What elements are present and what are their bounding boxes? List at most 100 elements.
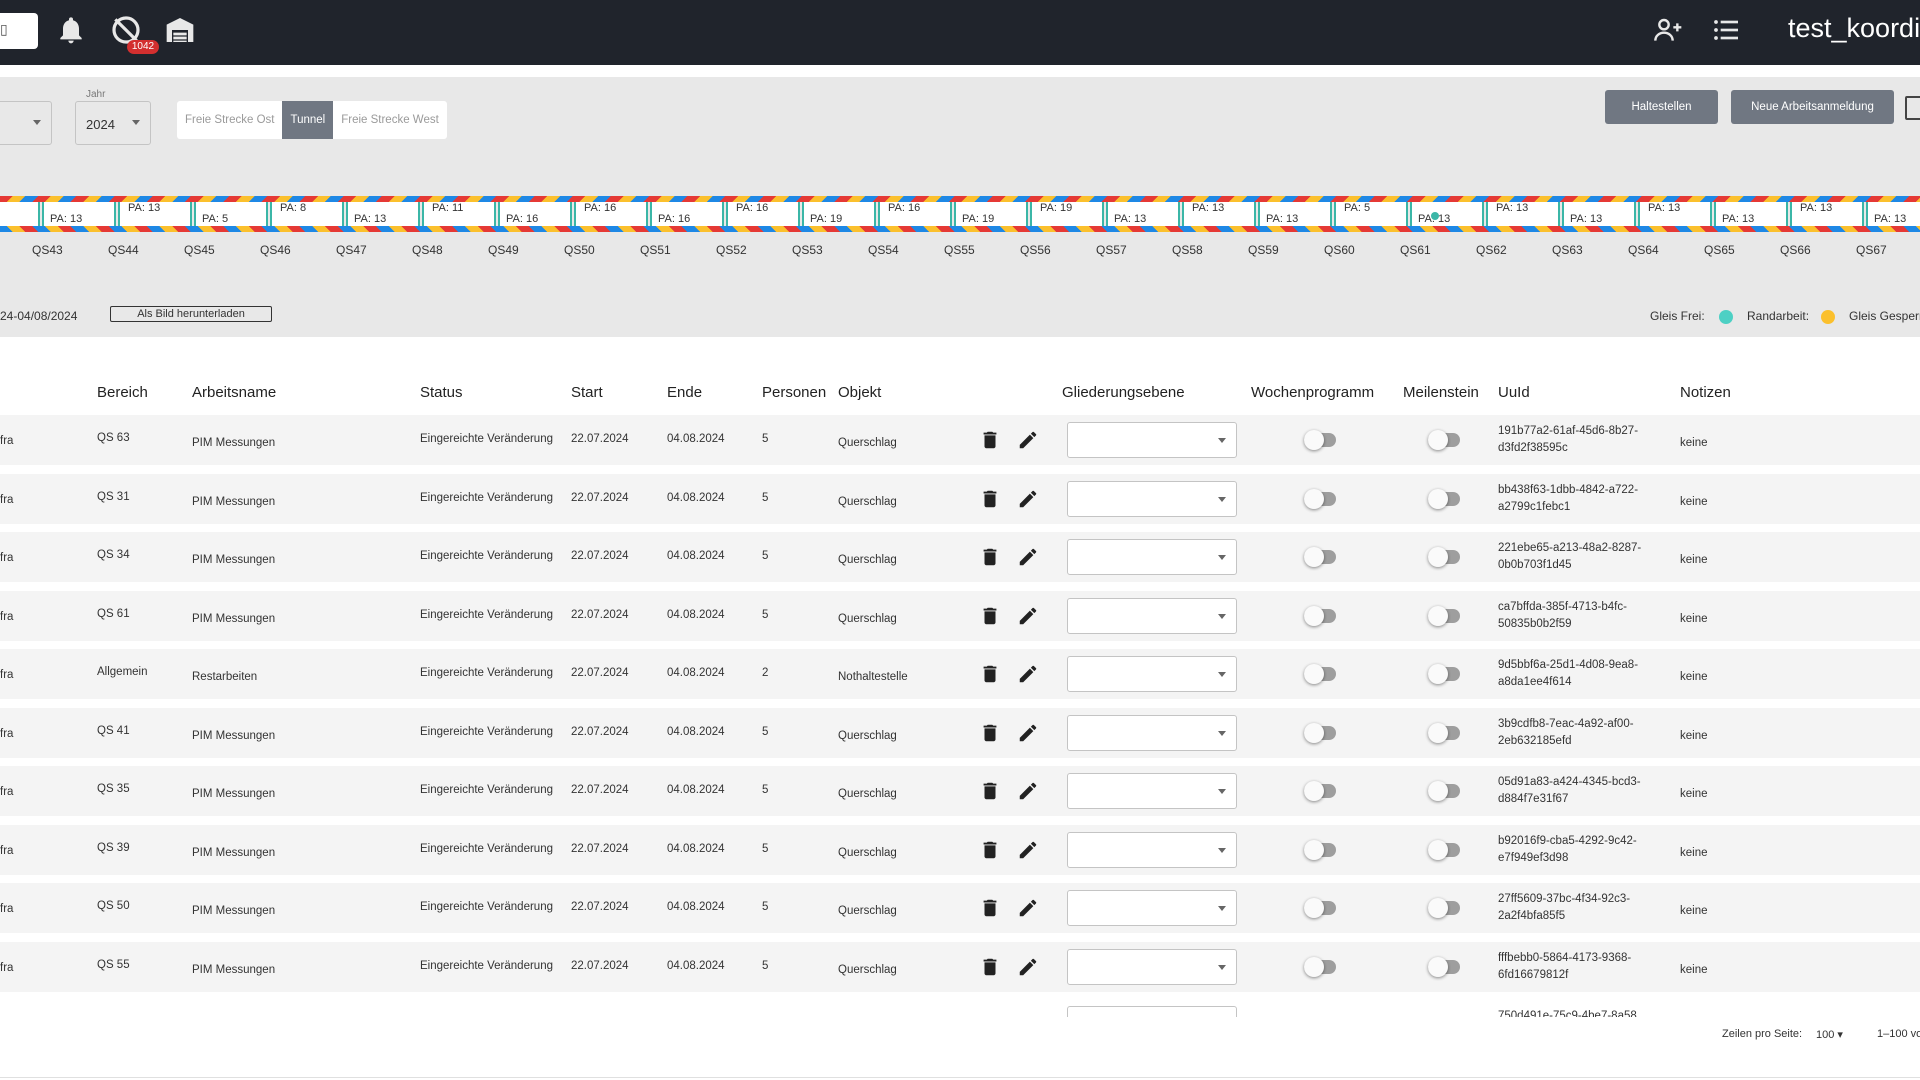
track-segment[interactable]: PA: 5 — [194, 202, 268, 226]
track-segment[interactable]: PA: 13 — [1258, 202, 1332, 226]
section-select[interactable] — [0, 101, 52, 145]
delete-icon[interactable] — [979, 546, 1001, 568]
edit-icon[interactable] — [1017, 429, 1039, 451]
wochenprogramm-toggle[interactable] — [1304, 839, 1336, 860]
table-row[interactable]: fra QS 63 PIM Messungen Eingereichte Veränd… — [0, 415, 1920, 465]
track-segment[interactable]: PA: 13 — [1562, 202, 1636, 226]
track-segment[interactable]: PA: 16 — [498, 202, 572, 226]
delete-icon[interactable] — [979, 663, 1001, 685]
table-row[interactable]: fra QS 41 PIM Messungen Eingereichte Veränd… — [0, 707, 1920, 758]
delete-icon[interactable] — [979, 956, 1001, 978]
track-segment[interactable]: PA: 19 — [802, 202, 876, 226]
track-segment[interactable]: PA: 13 — [1410, 202, 1484, 226]
col-uuid[interactable]: UuId — [1498, 384, 1530, 401]
search-input[interactable]: ▯ — [0, 13, 38, 49]
gliederungsebene-select[interactable] — [1067, 422, 1237, 458]
wochenprogramm-toggle[interactable] — [1304, 488, 1336, 509]
edit-icon[interactable] — [1017, 956, 1039, 978]
table-row[interactable]: fra QS 50 PIM Messungen Eingereichte Veränd… — [0, 883, 1920, 933]
gliederungsebene-select[interactable] — [1067, 1006, 1237, 1017]
track-segment[interactable]: PA: 16 — [726, 202, 800, 226]
track-segment[interactable]: PA: 16 — [878, 202, 952, 226]
copy-icon[interactable] — [1905, 96, 1920, 120]
track-segment[interactable]: PA: 13 — [346, 202, 420, 226]
edit-icon[interactable] — [1017, 722, 1039, 744]
haltestellen-button[interactable]: Haltestellen — [1605, 90, 1718, 124]
col-status[interactable]: Status — [420, 384, 463, 401]
col-start[interactable]: Start — [571, 384, 603, 401]
segment-freie-strecke-west[interactable]: Freie Strecke West — [333, 101, 447, 139]
col-arbeitsname[interactable]: Arbeitsname — [192, 384, 276, 401]
list-icon[interactable] — [1710, 14, 1742, 46]
edit-icon[interactable] — [1017, 839, 1039, 861]
username[interactable]: test_koordi — [1788, 13, 1920, 44]
wochenprogramm-toggle[interactable] — [1304, 605, 1336, 626]
meilenstein-toggle[interactable] — [1428, 664, 1460, 684]
table-row[interactable]: fra QS 34 PIM Messungen Eingereichte Veränd… — [0, 532, 1920, 582]
edit-icon[interactable] — [1017, 488, 1039, 510]
table-row[interactable]: fra Allgemein Restarbeiten Eingereichte Ver… — [0, 649, 1920, 699]
gliederungsebene-select[interactable] — [1067, 656, 1237, 692]
col-ende[interactable]: Ende — [667, 384, 702, 401]
track-segment[interactable]: PA: 16 — [574, 202, 648, 226]
delete-icon[interactable] — [979, 488, 1001, 510]
gliederungsebene-select[interactable] — [1067, 539, 1237, 575]
wochenprogramm-toggle[interactable] — [1304, 722, 1336, 743]
col-wochenprogramm[interactable]: Wochenprogramm — [1251, 384, 1374, 401]
delete-icon[interactable] — [979, 897, 1001, 919]
track-segment[interactable]: PA: 13 — [1638, 202, 1712, 226]
wochenprogramm-toggle[interactable] — [1304, 898, 1336, 918]
gliederungsebene-select[interactable] — [1067, 480, 1237, 517]
meilenstein-toggle[interactable] — [1428, 722, 1460, 743]
track-segment[interactable]: PA: 8 — [270, 202, 344, 226]
wochenprogramm-toggle[interactable] — [1304, 430, 1336, 450]
track-segment[interactable]: PA: 13 — [1486, 202, 1560, 226]
gliederungsebene-select[interactable] — [1067, 714, 1237, 751]
edit-icon[interactable] — [1017, 663, 1039, 685]
track-segment[interactable]: PA: 19 — [954, 202, 1028, 226]
table-row[interactable]: fra QS 61 PIM Messungen Eingereichte Veränd… — [0, 590, 1920, 641]
track-segment[interactable]: PA: 13 — [118, 202, 192, 226]
gliederungsebene-select[interactable] — [1067, 773, 1237, 809]
track-segment[interactable]: PA: 13 — [1714, 202, 1788, 226]
track-segment[interactable]: PA: 13 — [1866, 202, 1920, 226]
col-gliederungsebene[interactable]: Gliederungsebene — [1062, 384, 1185, 401]
track-segment[interactable]: PA: 19 — [1030, 202, 1104, 226]
new-work-registration-button[interactable]: Neue Arbeitsanmeldung — [1731, 90, 1894, 124]
table-row[interactable]: fra QS 55 PIM Messungen Eingereichte Veränd… — [0, 941, 1920, 992]
track-segment[interactable]: PA: 11 — [422, 202, 496, 226]
gliederungsebene-select[interactable] — [1067, 890, 1237, 926]
wochenprogramm-toggle[interactable] — [1304, 664, 1336, 684]
wochenprogramm-toggle[interactable] — [1304, 547, 1336, 567]
edit-icon[interactable] — [1017, 605, 1039, 627]
bell-icon[interactable] — [55, 14, 87, 46]
add-user-icon[interactable] — [1652, 14, 1684, 46]
delete-icon[interactable] — [979, 722, 1001, 744]
col-notizen[interactable]: Notizen — [1680, 384, 1731, 401]
rows-per-page-select[interactable]: 100 ▾ — [1816, 1028, 1843, 1041]
gliederungsebene-select[interactable] — [1067, 948, 1237, 985]
delete-icon[interactable] — [979, 429, 1001, 451]
garage-icon[interactable] — [164, 14, 196, 46]
year-select[interactable]: 2024 — [75, 101, 151, 145]
table-row[interactable]: fra QS 39 PIM Messungen Eingereichte Veränd… — [0, 824, 1920, 875]
edit-icon[interactable] — [1017, 546, 1039, 568]
download-image-button[interactable]: Als Bild herunterladen — [110, 306, 272, 322]
edit-icon[interactable] — [1017, 897, 1039, 919]
meilenstein-toggle[interactable] — [1428, 488, 1460, 509]
track-segment[interactable]: PA: 13 — [42, 202, 116, 226]
table-row[interactable]: fra QS 35 PIM Messungen Eingereichte Veränd… — [0, 766, 1920, 816]
gliederungsebene-select[interactable] — [1067, 597, 1237, 634]
wochenprogramm-toggle[interactable] — [1304, 781, 1336, 801]
meilenstein-toggle[interactable] — [1428, 781, 1460, 801]
meilenstein-toggle[interactable] — [1428, 430, 1460, 450]
meilenstein-toggle[interactable] — [1428, 547, 1460, 567]
delete-icon[interactable] — [979, 780, 1001, 802]
gliederungsebene-select[interactable] — [1067, 831, 1237, 868]
col-meilenstein[interactable]: Meilenstein — [1403, 384, 1479, 401]
track-segment[interactable]: 3 — [0, 202, 40, 226]
segment-tunnel[interactable]: Tunnel — [282, 101, 334, 139]
track-segment[interactable]: PA: 16 — [650, 202, 724, 226]
meilenstein-toggle[interactable] — [1428, 898, 1460, 918]
meilenstein-toggle[interactable] — [1428, 605, 1460, 626]
